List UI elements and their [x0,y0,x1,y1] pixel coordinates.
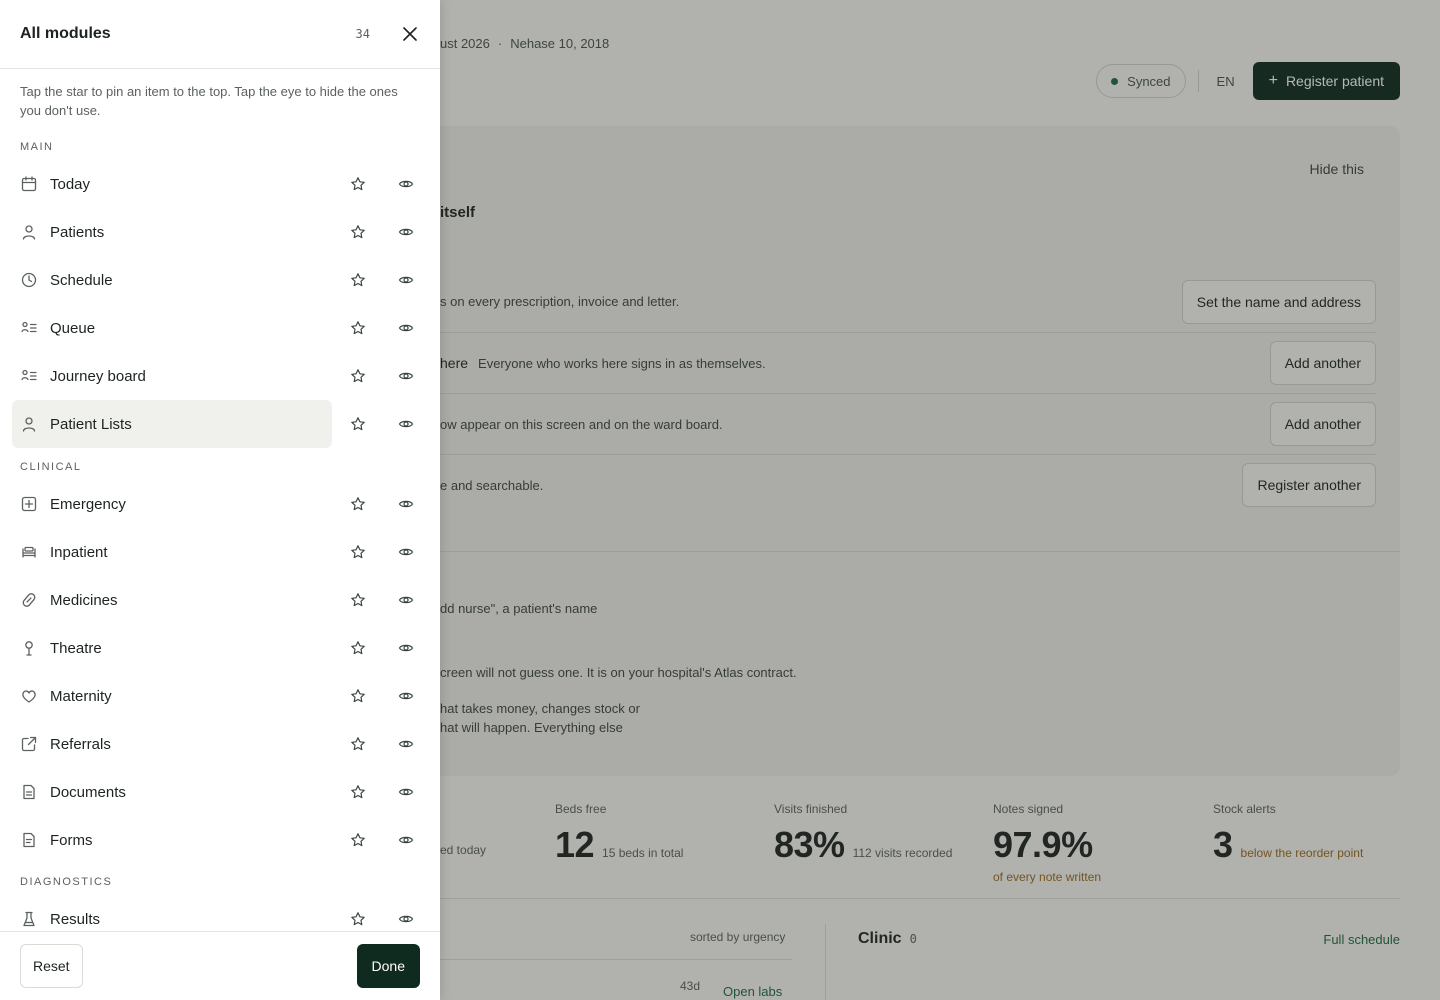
module-item-label: Patients [50,223,105,241]
heart-icon [20,687,38,705]
pin-star-icon[interactable] [348,638,368,658]
person-icon [20,223,38,241]
pin-star-icon[interactable] [348,734,368,754]
module-item-label: Today [50,175,91,193]
drawer-footer: Reset Done [0,931,440,1000]
visibility-eye-icon[interactable] [396,366,416,386]
module-item-label: Documents [50,783,126,801]
module-item-patient-lists[interactable]: Patient Lists [12,400,332,448]
person-icon [20,415,38,433]
module-item-label: Maternity [50,687,112,705]
close-icon[interactable] [400,24,420,44]
module-item-emergency[interactable]: Emergency [12,480,332,528]
queue-list-icon [20,319,38,337]
clock-icon [20,271,38,289]
pin-star-icon[interactable] [348,542,368,562]
drawer-title: All modules [20,25,111,42]
pin-star-icon[interactable] [348,686,368,706]
visibility-eye-icon[interactable] [396,542,416,562]
pin-star-icon[interactable] [348,414,368,434]
module-item-label: Patient Lists [50,415,132,433]
pin-star-icon[interactable] [348,318,368,338]
external-link-icon [20,735,38,753]
section-label-text: DIAGNOSTICS [20,876,113,888]
module-item-label: Forms [50,831,93,849]
form-icon [20,831,38,849]
section-label-text: CLINICAL [20,461,82,473]
reset-button[interactable]: Reset [20,944,83,988]
visibility-eye-icon[interactable] [396,414,416,434]
module-item-schedule[interactable]: Schedule [12,256,332,304]
pin-star-icon[interactable] [348,222,368,242]
scalpel-icon [20,639,38,657]
pin-star-icon[interactable] [348,270,368,290]
drawer-header: All modules 34 [0,0,440,69]
module-item-label: Schedule [50,271,113,289]
visibility-eye-icon[interactable] [396,638,416,658]
pin-star-icon[interactable] [348,830,368,850]
module-item-referrals[interactable]: Referrals [12,720,332,768]
visibility-eye-icon[interactable] [396,222,416,242]
all-modules-drawer: All modules 34 Tap the star to pin an it… [0,0,440,1000]
visibility-eye-icon[interactable] [396,318,416,338]
flask-icon [20,910,38,928]
visibility-eye-icon[interactable] [396,830,416,850]
pin-star-icon[interactable] [348,590,368,610]
visibility-eye-icon[interactable] [396,909,416,929]
calendar-icon [20,175,38,193]
section-label-text: MAIN [20,141,54,153]
module-item-medicines[interactable]: Medicines [12,576,332,624]
module-item-journey-board[interactable]: Journey board [12,352,332,400]
module-item-label: Medicines [50,591,118,609]
module-item-label: Results [50,910,101,928]
module-item-label: Theatre [50,639,102,657]
pin-star-icon[interactable] [348,494,368,514]
module-item-label: Referrals [50,735,111,753]
module-item-label: Journey board [50,367,146,385]
pin-star-icon[interactable] [348,174,368,194]
module-item-label: Queue [50,319,96,337]
module-count: 34 [355,27,370,41]
visibility-eye-icon[interactable] [396,494,416,514]
pin-star-icon[interactable] [348,909,368,929]
module-item-theatre[interactable]: Theatre [12,624,332,672]
done-button[interactable]: Done [356,944,420,988]
module-item-label: Inpatient [50,543,108,561]
visibility-eye-icon[interactable] [396,734,416,754]
drawer-hint: Tap the star to pin an item to the top. … [20,84,398,118]
pill-icon [20,591,38,609]
visibility-eye-icon[interactable] [396,686,416,706]
module-item-queue[interactable]: Queue [12,304,332,352]
module-item-inpatient[interactable]: Inpatient [12,528,332,576]
visibility-eye-icon[interactable] [396,590,416,610]
module-item-patients[interactable]: Patients [12,208,332,256]
bed-icon [20,543,38,561]
module-item-label: Emergency [50,495,126,513]
module-item-maternity[interactable]: Maternity [12,672,332,720]
plus-square-icon [20,495,38,513]
pin-star-icon[interactable] [348,366,368,386]
queue-list-icon [20,367,38,385]
visibility-eye-icon[interactable] [396,174,416,194]
module-item-documents[interactable]: Documents [12,768,332,816]
pin-star-icon[interactable] [348,782,368,802]
visibility-eye-icon[interactable] [396,270,416,290]
document-icon [20,783,38,801]
visibility-eye-icon[interactable] [396,782,416,802]
module-item-forms[interactable]: Forms [12,816,332,864]
module-item-today[interactable]: Today [12,160,332,208]
